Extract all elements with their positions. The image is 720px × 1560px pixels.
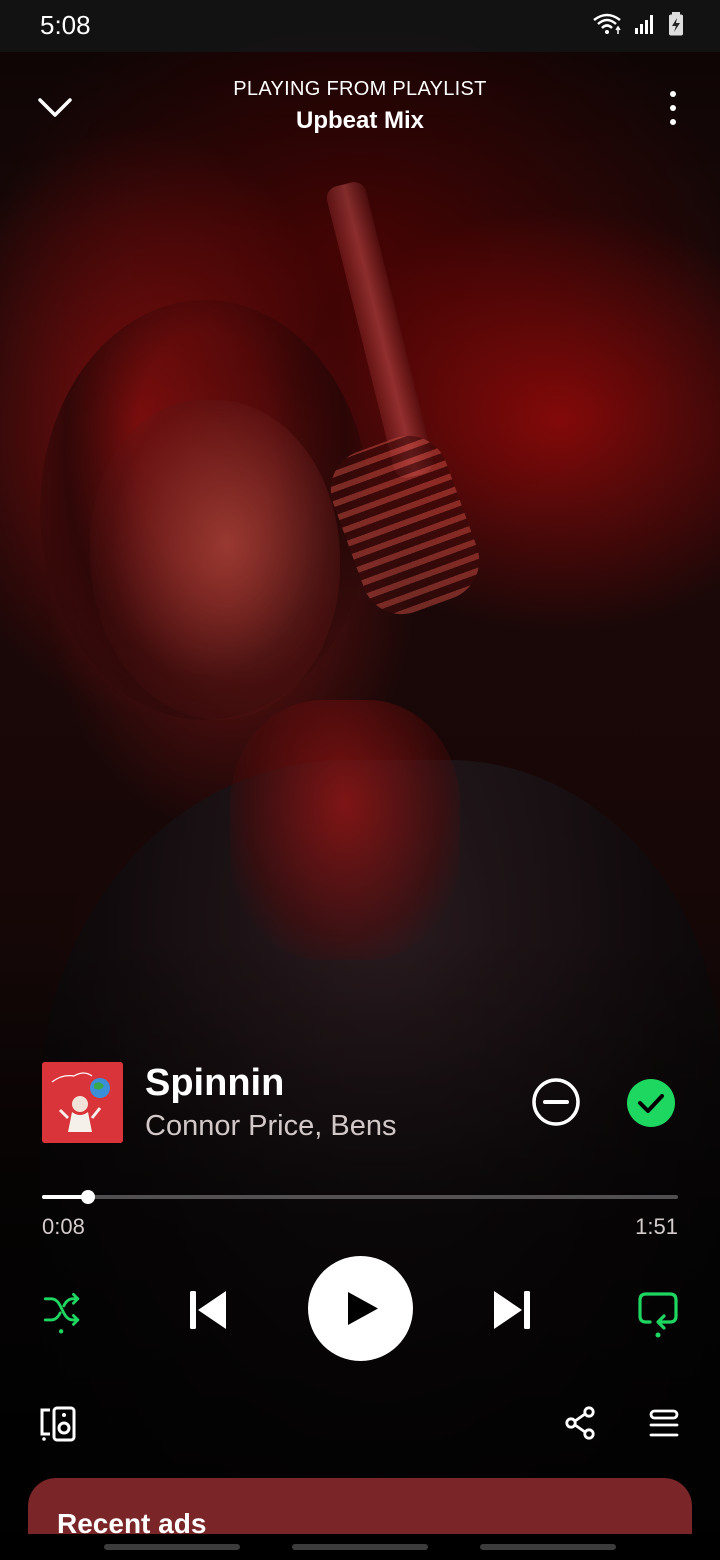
playback-progress-bar[interactable] xyxy=(42,1190,678,1204)
system-navigation-bar xyxy=(0,1534,720,1560)
more-vertical-icon[interactable] xyxy=(666,88,680,128)
nav-back-button[interactable] xyxy=(480,1544,616,1550)
track-artist[interactable]: Connor Price, Bens xyxy=(145,1110,396,1143)
play-button[interactable] xyxy=(308,1256,413,1361)
album-cover-art xyxy=(42,1062,123,1143)
track-info-row: Spinnin Connor Price, Bens xyxy=(42,1062,682,1146)
context-label: PLAYING FROM PLAYLIST xyxy=(233,78,487,100)
playing-from-context[interactable]: PLAYING FROM PLAYLIST Upbeat Mix xyxy=(140,78,580,135)
now-playing-screen: 5:08 PLAYING FROM PLAYLIST Upbeat Mix Sp… xyxy=(0,0,720,1560)
status-icons xyxy=(592,12,684,36)
wifi-icon xyxy=(593,13,621,34)
track-title[interactable]: Spinnin xyxy=(145,1062,284,1105)
repeat-icon[interactable] xyxy=(636,1288,680,1338)
time-elapsed: 0:08 xyxy=(42,1214,85,1239)
time-total: 1:51 xyxy=(635,1214,678,1239)
play-icon xyxy=(348,1292,378,1325)
album-cover[interactable] xyxy=(42,1062,123,1143)
minus-circle-icon[interactable] xyxy=(531,1077,581,1127)
connect-devices-icon[interactable] xyxy=(38,1404,78,1444)
skip-previous-icon[interactable] xyxy=(186,1288,230,1332)
status-bar: 5:08 xyxy=(0,0,720,52)
check-circle-icon[interactable] xyxy=(627,1079,675,1127)
player-bottom-actions xyxy=(0,1400,720,1450)
playlist-name: Upbeat Mix xyxy=(295,107,424,134)
nav-recent-apps-button[interactable] xyxy=(104,1544,240,1550)
share-icon[interactable] xyxy=(564,1406,596,1440)
player-header: PLAYING FROM PLAYLIST Upbeat Mix xyxy=(0,70,720,150)
battery-charging-icon xyxy=(669,12,683,36)
progress-handle[interactable] xyxy=(81,1190,95,1204)
nav-home-button[interactable] xyxy=(292,1544,428,1550)
status-time: 5:08 xyxy=(40,10,91,40)
playback-controls xyxy=(0,1256,720,1362)
signal-icon xyxy=(635,15,653,34)
progress-track xyxy=(42,1195,678,1199)
queue-icon[interactable] xyxy=(648,1408,680,1440)
shuffle-icon[interactable] xyxy=(40,1290,84,1334)
skip-next-icon[interactable] xyxy=(490,1288,534,1332)
chevron-down-icon[interactable] xyxy=(34,90,76,126)
